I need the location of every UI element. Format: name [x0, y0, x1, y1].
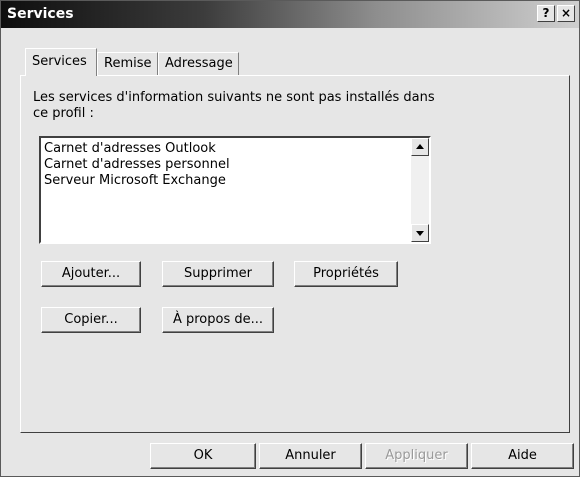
services-list: Carnet d'adresses Outlook Carnet d'adres…	[44, 141, 409, 189]
arrow-up-icon	[416, 144, 424, 149]
ok-button[interactable]: OK	[150, 443, 256, 469]
apply-button[interactable]: Appliquer	[365, 443, 468, 469]
tab-panel	[20, 75, 570, 433]
about-button[interactable]: À propos de...	[162, 307, 274, 333]
help-footer-button[interactable]: Aide	[471, 443, 574, 469]
scroll-down-button[interactable]	[411, 224, 429, 242]
tab-remise[interactable]: Remise	[97, 52, 158, 75]
add-button[interactable]: Ajouter...	[41, 261, 141, 287]
remove-button[interactable]: Supprimer	[162, 261, 274, 287]
services-dialog: Services ? × Services Remise Adressage L…	[0, 0, 580, 477]
close-button[interactable]: ×	[557, 5, 575, 22]
services-listbox[interactable]: Carnet d'adresses Outlook Carnet d'adres…	[39, 136, 431, 244]
arrow-down-icon	[416, 231, 424, 236]
scroll-up-button[interactable]	[411, 138, 429, 156]
help-button[interactable]: ?	[537, 5, 555, 22]
window-title: Services	[7, 6, 74, 22]
title-bar[interactable]: Services ? ×	[1, 1, 579, 28]
tab-adressage[interactable]: Adressage	[158, 52, 239, 75]
list-item[interactable]: Carnet d'adresses personnel	[44, 157, 409, 173]
properties-button[interactable]: Propriétés	[294, 261, 398, 287]
tab-services[interactable]: Services	[25, 48, 97, 76]
description-text: Les services d'information suivants ne s…	[33, 90, 435, 121]
list-item[interactable]: Carnet d'adresses Outlook	[44, 141, 409, 157]
copy-button[interactable]: Copier...	[41, 307, 141, 333]
list-item[interactable]: Serveur Microsoft Exchange	[44, 173, 409, 189]
vertical-scrollbar[interactable]	[411, 138, 429, 242]
cancel-button[interactable]: Annuler	[259, 443, 362, 469]
